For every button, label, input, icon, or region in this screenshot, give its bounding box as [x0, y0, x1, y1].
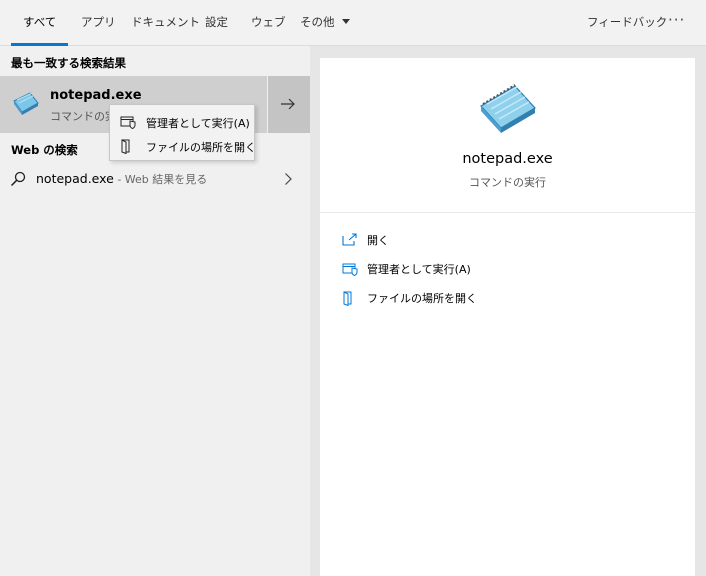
- tab-label: アプリ: [81, 15, 116, 29]
- open-preview-button[interactable]: [268, 76, 310, 133]
- action-label: ファイルの場所を開く: [367, 292, 477, 305]
- more-options-button[interactable]: ···: [668, 0, 685, 46]
- action-label: 管理者として実行(A): [367, 263, 471, 276]
- tab-label: その他: [300, 15, 335, 29]
- action-run-as-admin[interactable]: 管理者として実行(A): [342, 258, 592, 280]
- tab-apps[interactable]: アプリ: [81, 0, 116, 46]
- tab-web[interactable]: ウェブ: [251, 0, 286, 46]
- tab-label: ドキュメント: [131, 15, 200, 29]
- notepad-icon: [13, 92, 39, 115]
- open-icon: [342, 233, 357, 246]
- action-open[interactable]: 開く: [342, 229, 592, 251]
- tab-all[interactable]: すべて: [11, 0, 69, 46]
- action-open-file-location[interactable]: ファイルの場所を開く: [342, 287, 592, 309]
- preview-subtitle: コマンドの実行: [469, 176, 546, 189]
- preview-pane: notepad.exe コマンドの実行 開く 管理者として実行(A) ファイルの…: [320, 58, 695, 576]
- tab-label: 設定: [205, 15, 228, 29]
- context-item-label: 管理者として実行(A): [146, 117, 250, 130]
- tab-label: すべて: [23, 15, 57, 29]
- best-match-title: notepad.exe: [50, 88, 142, 103]
- context-run-as-admin[interactable]: 管理者として実行(A): [110, 110, 254, 134]
- preview-title: notepad.exe: [462, 151, 553, 167]
- shield-icon: [120, 116, 136, 129]
- tab-more[interactable]: その他: [300, 0, 350, 46]
- tab-label: ウェブ: [251, 15, 286, 29]
- chevron-right-icon: [285, 173, 292, 185]
- arrow-right-icon: [281, 98, 295, 110]
- web-search-hint: - Web 結果を見る: [113, 173, 208, 186]
- web-search-heading: Web の検索: [11, 143, 78, 157]
- web-search-result[interactable]: notepad.exe - Web 結果を見る: [0, 164, 310, 194]
- context-item-label: ファイルの場所を開く: [146, 141, 256, 154]
- best-match-heading: 最も一致する検索結果: [11, 56, 126, 70]
- search-scope-tabs: すべて アプリ ドキュメント 設定 ウェブ その他 フィードバック ···: [0, 0, 706, 46]
- context-menu: 管理者として実行(A) ファイルの場所を開く: [109, 104, 256, 161]
- chevron-down-icon: [341, 19, 350, 24]
- feedback-label: フィードバック: [587, 15, 668, 29]
- shield-icon: [342, 263, 358, 276]
- tab-settings[interactable]: 設定: [205, 0, 228, 46]
- web-search-query: notepad.exe: [36, 171, 114, 186]
- search-icon: [10, 171, 26, 187]
- preview-divider: [320, 212, 695, 213]
- file-location-icon: [343, 291, 352, 306]
- tab-documents[interactable]: ドキュメント: [131, 0, 200, 46]
- notepad-icon: [480, 84, 536, 133]
- context-open-file-location[interactable]: ファイルの場所を開く: [110, 134, 256, 158]
- file-location-icon: [121, 139, 130, 154]
- action-label: 開く: [367, 234, 389, 247]
- feedback-button[interactable]: フィードバック: [587, 0, 667, 46]
